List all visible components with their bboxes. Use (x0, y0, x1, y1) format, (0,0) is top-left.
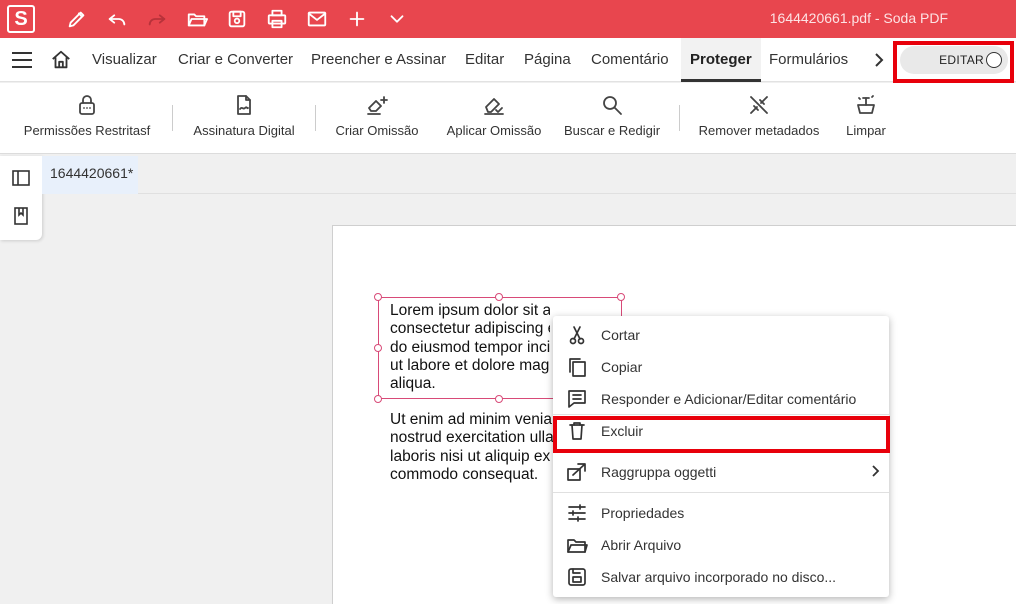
title-bar: S 1644420661.pdf - Soda PDF (0, 0, 1016, 38)
context-menu: Cortar Copiar Responder e Adicionar/Edit… (553, 316, 889, 597)
tag-remove-icon (694, 92, 824, 118)
group-objects-icon (566, 461, 588, 483)
ribbon-separator (679, 105, 680, 131)
open-folder-icon[interactable] (184, 6, 210, 32)
tab-formularios[interactable]: Formulários (760, 38, 857, 82)
eraser-plus-icon (327, 92, 427, 118)
ribbon-label: Permissões Restritasf (23, 123, 151, 138)
highlight-edit-toggle (893, 41, 1014, 83)
menu-item-responder-comentario[interactable]: Responder e Adicionar/Editar comentário (553, 382, 889, 414)
ribbon-label: Assinatura Digital (193, 123, 295, 138)
panel-toggle-icon[interactable] (11, 168, 31, 188)
tab-editar[interactable]: Editar (456, 38, 513, 82)
limpar-button[interactable]: Limpar (835, 83, 897, 154)
text-line: commodo consequat. (390, 465, 539, 483)
lock-icon (14, 92, 160, 118)
left-side-panel (0, 156, 42, 240)
criar-omissao-button[interactable]: Criar Omissão (327, 83, 427, 154)
menu-item-copiar[interactable]: Copiar (553, 350, 889, 382)
buscar-e-redigir-button[interactable]: Buscar e Redigir (560, 83, 664, 154)
menu-item-label: Cortar (601, 327, 640, 343)
redo-icon[interactable] (144, 6, 170, 32)
resize-handle[interactable] (495, 293, 503, 301)
menu-separator (553, 492, 889, 493)
clean-icon (835, 92, 897, 118)
tab-proteger[interactable]: Proteger (681, 38, 761, 82)
resize-handle[interactable] (617, 293, 625, 301)
menu-item-propriedades[interactable]: Propriedades (553, 496, 889, 528)
assinatura-digital-button[interactable]: Assinatura Digital (184, 83, 304, 154)
copy-icon (566, 356, 588, 378)
ribbon-label: Buscar e Redigir (563, 123, 661, 138)
save-icon[interactable] (224, 6, 250, 32)
menu-bar: Visualizar Criar e Converter Preencher e… (0, 38, 1016, 82)
resize-handle[interactable] (374, 395, 382, 403)
tab-criar-e-converter[interactable]: Criar e Converter (169, 38, 302, 82)
remover-metadados-button[interactable]: Remover metadados (694, 83, 824, 154)
undo-icon[interactable] (104, 6, 130, 32)
print-icon[interactable] (264, 6, 290, 32)
menu-item-label: Salvar arquivo incorporado no disco... (601, 569, 837, 585)
menu-item-label: Copiar (601, 359, 643, 375)
resize-handle[interactable] (495, 395, 503, 403)
mail-icon[interactable] (304, 6, 330, 32)
tab-pagina[interactable]: Página (515, 38, 580, 82)
resize-handle[interactable] (374, 344, 382, 352)
comment-icon (566, 388, 588, 410)
highlight-excluir (553, 416, 890, 453)
tab-comentario[interactable]: Comentário (582, 38, 678, 82)
menu-item-raggruppa-oggetti[interactable]: Raggruppa oggetti (553, 455, 889, 487)
menu-item-label: Raggruppa oggetti (601, 464, 717, 480)
ribbon-label: Criar Omissão (335, 123, 419, 138)
save-icon (566, 566, 588, 588)
ribbon-label: Remover metadados (698, 123, 820, 138)
eraser-check-icon (440, 92, 548, 118)
chevron-down-icon[interactable] (384, 6, 410, 32)
menu-item-label: Propriedades (601, 505, 685, 521)
ribbon-label: Limpar (846, 123, 886, 138)
text-line: Ut enim ad minim veniam, quis (390, 411, 553, 428)
tab-visualizar[interactable]: Visualizar (83, 38, 166, 82)
scissors-icon (566, 324, 588, 346)
menu-item-abrir-arquivo[interactable]: Abrir Arquivo (553, 528, 889, 560)
ribbon-label: Aplicar Omissão (446, 123, 542, 138)
aplicar-omissao-button[interactable]: Aplicar Omissão (440, 83, 548, 154)
menu-item-cortar[interactable]: Cortar (553, 318, 889, 350)
document-tab[interactable]: 1644420661* (42, 156, 138, 194)
resize-handle[interactable] (374, 293, 382, 301)
submenu-arrow-icon (871, 464, 881, 478)
bookmark-icon[interactable] (11, 206, 31, 226)
ribbon-separator (172, 105, 173, 131)
home-icon[interactable] (50, 49, 74, 71)
tab-preencher-e-assinar[interactable]: Preencher e Assinar (302, 38, 455, 82)
app-logo[interactable]: S (7, 5, 35, 33)
text-line: laboris nisi ut aliquip ex ea (390, 447, 553, 465)
menu-item-label: Responder e Adicionar/Editar comentário (601, 391, 857, 407)
window-title: 1644420661.pdf - Soda PDF (769, 10, 948, 26)
text-block-2[interactable]: Ut enim ad minim veniam, quis nostrud ex… (390, 411, 553, 484)
pen-icon[interactable] (64, 6, 90, 32)
menu-item-label: Abrir Arquivo (601, 537, 682, 553)
signature-icon (184, 92, 304, 118)
permissoes-restritas-button[interactable]: Permissões Restritasf (14, 83, 160, 154)
folder-open-icon (566, 534, 588, 556)
hamburger-menu-icon[interactable] (12, 52, 32, 68)
document-tab-strip: 1644420661* (42, 156, 1016, 194)
chevron-right-icon[interactable] (872, 51, 886, 69)
ribbon-separator (315, 105, 316, 131)
ribbon-toolbar: Permissões Restritasf Assinatura Digital… (0, 83, 1016, 154)
menu-item-salvar-arquivo[interactable]: Salvar arquivo incorporado no disco... (553, 560, 889, 592)
plus-icon[interactable] (344, 6, 370, 32)
search-icon (560, 92, 664, 118)
sliders-icon (566, 502, 588, 524)
text-line: nostrud exercitation ullamco (390, 429, 553, 447)
